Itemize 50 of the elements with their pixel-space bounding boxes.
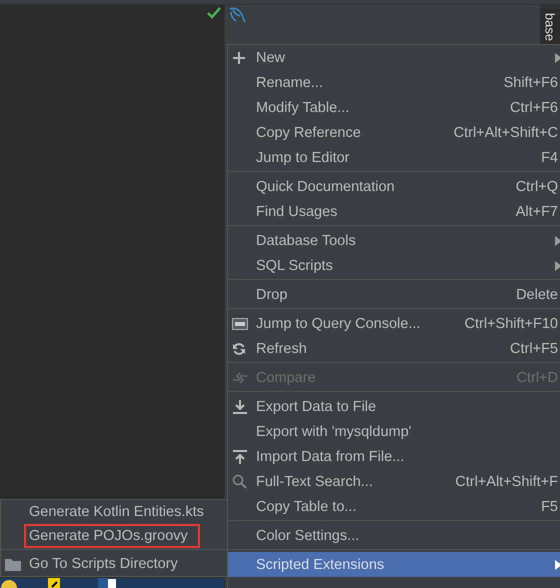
menu-item[interactable]: Find Usages Alt+F7	[228, 199, 560, 224]
menu-item[interactable]: Import Data from File...	[228, 444, 560, 469]
menu-item[interactable]: Generate Kotlin Entities.kts	[1, 500, 228, 524]
shortcut-label: F5	[541, 498, 558, 514]
arrows-icon	[232, 370, 248, 384]
menu-item[interactable]: Scripted Extensions	[228, 552, 560, 577]
submenu-arrow-icon	[555, 52, 560, 62]
shortcut-label: Ctrl+Shift+F10	[464, 316, 558, 332]
submenu-arrow-icon	[555, 236, 560, 246]
check-icon	[207, 7, 221, 19]
download-icon	[232, 398, 248, 414]
menu-item[interactable]: Full-Text Search... Ctrl+Alt+Shift+F	[228, 469, 560, 494]
folder-icon	[5, 558, 21, 570]
plus-icon	[232, 50, 246, 64]
app-icon	[48, 578, 60, 588]
shortcut-label: Alt+F7	[516, 204, 558, 220]
shortcut-label: Ctrl+Q	[516, 178, 558, 194]
refresh-icon	[232, 342, 246, 356]
menu-item[interactable]: Jump to Query Console... Ctrl+Shift+F10	[228, 311, 560, 336]
shortcut-label: F4	[541, 150, 558, 166]
menu-item[interactable]: Drop Delete	[228, 282, 560, 307]
tool-window-tab[interactable]: base	[540, 9, 560, 45]
menu-item[interactable]: Export with 'mysqldump'	[228, 419, 560, 444]
shortcut-label: Delete	[516, 286, 558, 302]
menu-item[interactable]: Rename... Shift+F6	[228, 70, 560, 95]
document-icon	[98, 578, 118, 588]
submenu-arrow-icon	[555, 260, 560, 270]
menu-item[interactable]: Color Settings...	[228, 523, 560, 548]
menu-item[interactable]: Export Data to File	[228, 394, 560, 419]
menu-item[interactable]: New	[228, 45, 560, 70]
menu-item[interactable]: SQL Scripts	[228, 253, 560, 278]
shortcut-label: Shift+F6	[504, 74, 558, 90]
menu-item[interactable]: Generate POJOs.groovy	[1, 524, 228, 548]
submenu-arrow-icon	[555, 560, 560, 570]
menu-item[interactable]: Go To Scripts Directory	[1, 552, 228, 576]
menu-item[interactable]: Quick Documentation Ctrl+Q	[228, 174, 560, 199]
upload-icon	[232, 448, 248, 464]
dolphin-icon	[228, 6, 246, 24]
menu-item[interactable]: Refresh Ctrl+F5	[228, 336, 560, 361]
shortcut-label: Ctrl+F6	[510, 100, 558, 116]
search-icon	[232, 474, 247, 489]
shortcut-label: Ctrl+F5	[510, 340, 558, 356]
menu-item[interactable]: Jump to Editor F4	[228, 145, 560, 170]
menu-item[interactable]: Copy Reference Ctrl+Alt+Shift+C	[228, 120, 560, 145]
menu-item[interactable]: Database Tools	[228, 228, 560, 253]
shortcut-label: Ctrl+Alt+Shift+C	[454, 124, 558, 140]
shortcut-label: Ctrl+Alt+Shift+F	[455, 474, 558, 490]
menu-item[interactable]: Modify Table... Ctrl+F6	[228, 95, 560, 120]
menu-item[interactable]: Copy Table to... F5	[228, 494, 560, 519]
console-icon	[232, 318, 248, 330]
